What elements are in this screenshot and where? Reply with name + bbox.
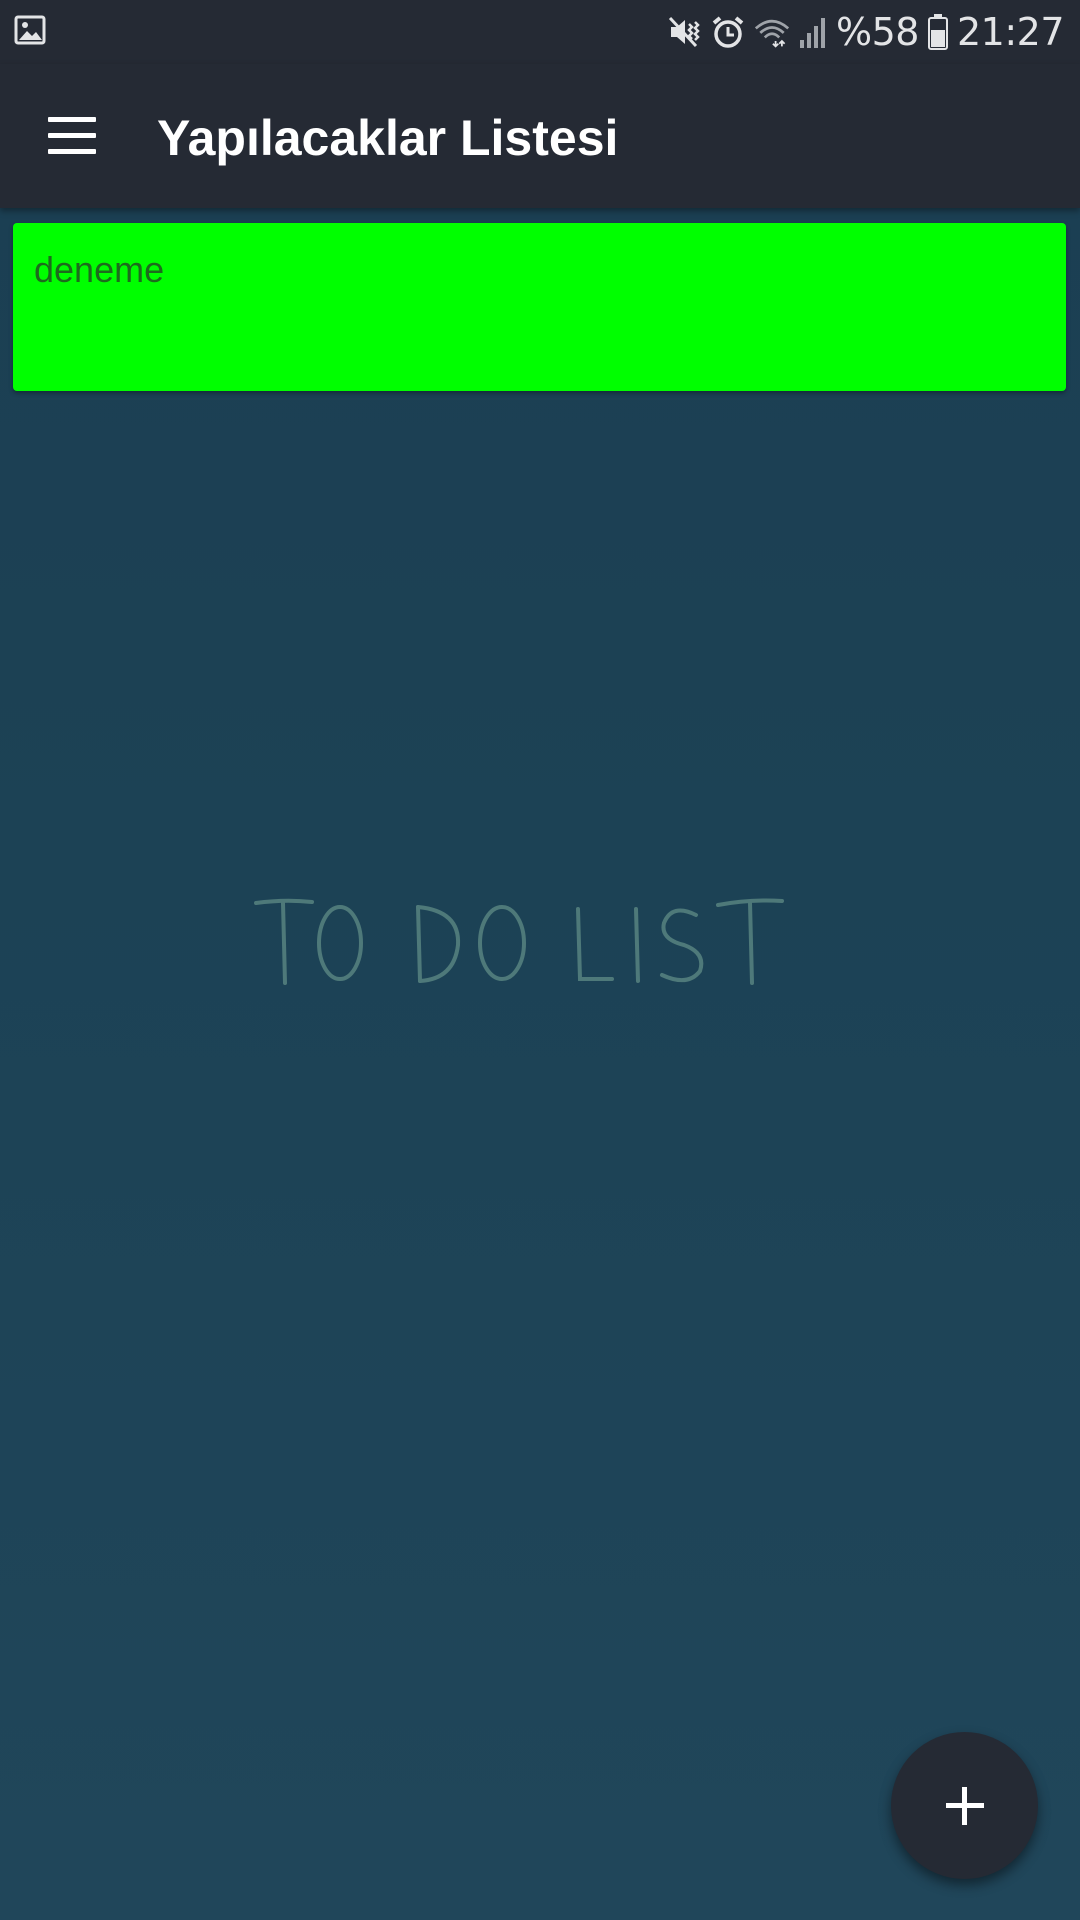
todo-list-watermark [240, 875, 800, 995]
app-bar: Yapılacaklar Listesi [0, 64, 1080, 208]
status-icons: %58 21:27 [666, 0, 1065, 64]
status-bar: %58 21:27 [0, 0, 1080, 64]
battery-percent: %58 [836, 10, 919, 54]
alarm-icon [712, 16, 744, 48]
mute-vibrate-icon [668, 16, 700, 48]
todo-item-text: deneme [34, 249, 165, 290]
battery-icon [927, 14, 948, 50]
cell-signal-icon [800, 18, 826, 48]
image-notification-icon [14, 15, 46, 45]
add-todo-button[interactable] [891, 1732, 1038, 1879]
hamburger-menu-icon[interactable] [24, 92, 120, 180]
page-title: Yapılacaklar Listesi [157, 110, 619, 166]
todo-item[interactable]: deneme [13, 223, 1066, 391]
clock: 21:27 [956, 10, 1065, 54]
wifi-icon [754, 19, 790, 48]
chalk-text-image [254, 898, 784, 985]
